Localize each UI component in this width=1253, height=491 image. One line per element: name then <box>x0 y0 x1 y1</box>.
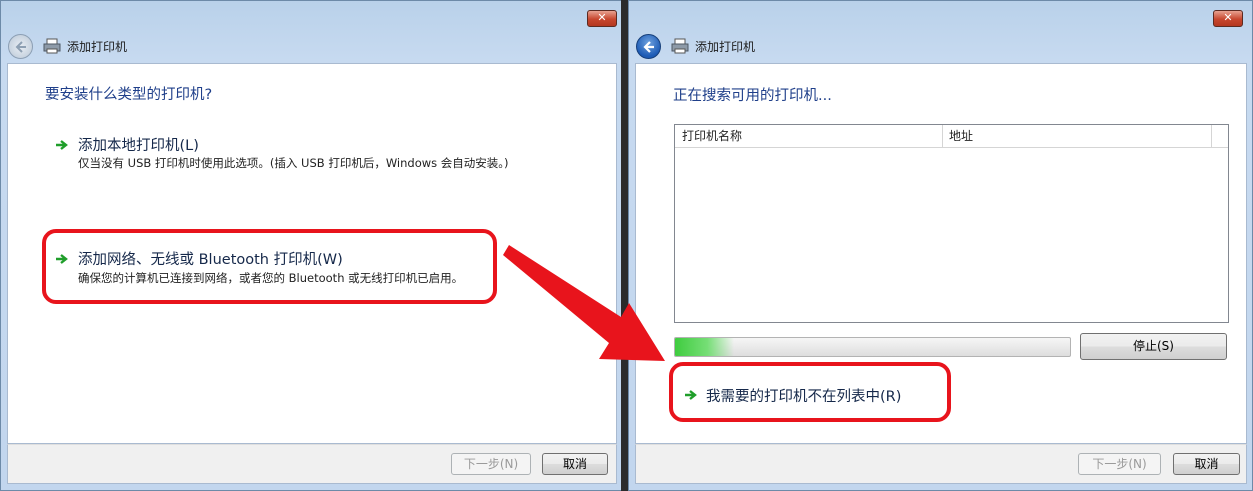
green-arrow-icon <box>56 140 68 150</box>
search-progress-bar <box>674 337 1071 357</box>
back-arrow-icon <box>643 41 654 53</box>
printer-icon <box>671 38 689 54</box>
printer-icon <box>43 38 61 54</box>
wizard-footer: 下一步(N) 取消 <box>7 444 617 484</box>
column-divider <box>1211 125 1212 147</box>
annotation-arrow-icon <box>503 245 665 361</box>
stop-button[interactable]: 停止(S) <box>1080 333 1227 360</box>
progress-fill <box>675 338 735 356</box>
next-button[interactable]: 下一步(N) <box>451 453 531 475</box>
back-arrow-icon <box>15 41 26 53</box>
add-printer-window-right: ✕ 添加打印机 正在搜索可用的打印机... 打印机名称 地址 停止(S) 我需要… <box>628 0 1253 491</box>
column-divider <box>942 125 943 147</box>
back-button[interactable] <box>8 34 33 59</box>
column-printer-name[interactable]: 打印机名称 <box>682 125 742 147</box>
wizard-content: 正在搜索可用的打印机... 打印机名称 地址 停止(S) 我需要的打印机不在列表… <box>635 63 1247 444</box>
wizard-footer: 下一步(N) 取消 <box>635 444 1247 484</box>
add-local-printer-description: 仅当没有 USB 打印机时使用此选项。(插入 USB 打印机后，Windows … <box>78 156 509 170</box>
page-heading: 正在搜索可用的打印机... <box>673 88 832 104</box>
window-title: 添加打印机 <box>695 40 756 54</box>
column-address[interactable]: 地址 <box>949 125 973 147</box>
cancel-button[interactable]: 取消 <box>542 453 608 475</box>
highlight-annotation <box>669 362 951 422</box>
window-title: 添加打印机 <box>67 40 128 54</box>
page-heading: 要安装什么类型的打印机? <box>45 87 213 103</box>
highlight-annotation <box>42 229 497 304</box>
close-button[interactable]: ✕ <box>587 10 617 27</box>
add-local-printer-link[interactable]: 添加本地打印机(L) <box>78 134 199 155</box>
back-button[interactable] <box>636 34 661 59</box>
cancel-button[interactable]: 取消 <box>1173 453 1240 475</box>
next-button[interactable]: 下一步(N) <box>1078 453 1161 475</box>
printer-list[interactable]: 打印机名称 地址 <box>674 124 1229 323</box>
close-button[interactable]: ✕ <box>1213 10 1243 27</box>
list-header: 打印机名称 地址 <box>675 125 1228 148</box>
